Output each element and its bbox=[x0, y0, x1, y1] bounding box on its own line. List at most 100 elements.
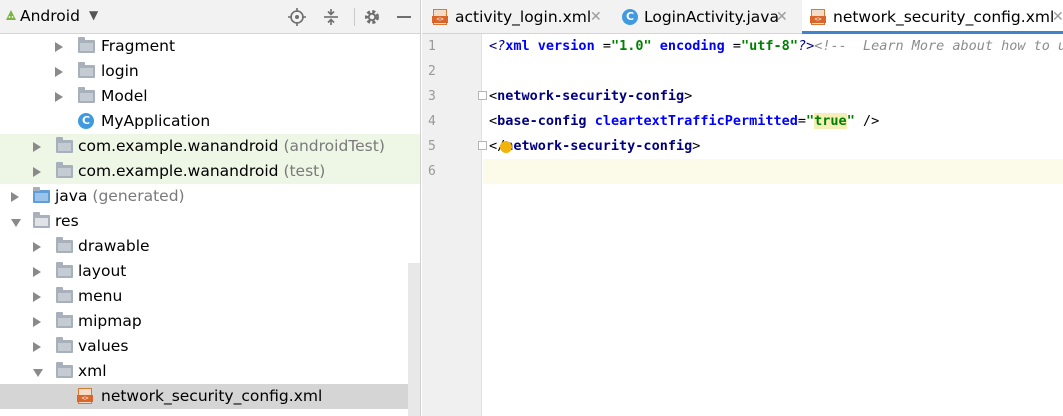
class-icon: C bbox=[622, 9, 638, 25]
tag-bracket: /> bbox=[854, 113, 880, 129]
tag-name: base-config bbox=[497, 113, 587, 129]
tree-item[interactable]: Model bbox=[0, 84, 420, 109]
tree-item-label: mipmap bbox=[78, 309, 142, 334]
tree-item-selected[interactable]: <> network_security_config.xml bbox=[0, 384, 420, 409]
xml-declaration-close: ?> bbox=[797, 38, 815, 54]
tree-item[interactable]: layout bbox=[0, 259, 420, 284]
code-line[interactable]: <network-security-config> bbox=[483, 84, 1063, 109]
current-code-line[interactable] bbox=[483, 159, 1063, 184]
tree-item-name: network_security_config.xml bbox=[101, 387, 323, 405]
tree-item[interactable]: com.example.wanandroid (androidTest) bbox=[0, 134, 420, 159]
line-number: 4 bbox=[428, 114, 436, 129]
folder-icon bbox=[78, 62, 95, 80]
tree-item[interactable]: com.example.wanandroid (test) bbox=[0, 159, 420, 184]
collapse-arrow-icon[interactable] bbox=[33, 167, 41, 177]
collapse-all-icon[interactable] bbox=[320, 6, 342, 28]
tree-item-name: login bbox=[101, 62, 139, 80]
locate-icon[interactable] bbox=[286, 6, 308, 28]
editor: <> activity_login.xml ✕ C LoginActivity.java… bbox=[422, 0, 1063, 416]
project-tree: Fragment login Model C MyApplication com.exam… bbox=[0, 34, 420, 409]
code-line[interactable]: <?xml version ="1.0" encoding ="utf-8"?>… bbox=[483, 34, 1063, 59]
tree-item[interactable]: java (generated) bbox=[0, 184, 420, 209]
attribute-name: encoding bbox=[659, 38, 725, 54]
collapse-arrow-icon[interactable] bbox=[11, 192, 19, 202]
folder-icon bbox=[56, 162, 73, 180]
folder-icon bbox=[78, 37, 95, 55]
folder-icon bbox=[56, 362, 73, 380]
collapse-arrow-icon[interactable] bbox=[33, 342, 41, 352]
close-icon[interactable]: ✕ bbox=[1052, 0, 1063, 34]
tree-item-name: xml bbox=[78, 362, 107, 380]
tree-item-name: MyApplication bbox=[101, 112, 211, 130]
code-area[interactable]: <?xml version ="1.0" encoding ="utf-8"?>… bbox=[483, 34, 1063, 416]
folder-icon bbox=[56, 287, 73, 305]
tree-item[interactable]: mipmap bbox=[0, 309, 420, 334]
tree-item[interactable]: Fragment bbox=[0, 34, 420, 59]
tag-bracket: < bbox=[489, 88, 498, 104]
tree-item-name: mipmap bbox=[78, 312, 142, 330]
tree-item-label: xml bbox=[78, 359, 107, 384]
tree-item[interactable]: login bbox=[0, 59, 420, 84]
tree-item-label: menu bbox=[78, 284, 122, 309]
folder-icon bbox=[56, 137, 73, 155]
collapse-arrow-icon[interactable] bbox=[55, 67, 63, 77]
collapse-arrow-icon[interactable] bbox=[55, 42, 63, 52]
folder-icon bbox=[56, 237, 73, 255]
expand-arrow-icon[interactable] bbox=[33, 369, 43, 377]
line-number: 5 bbox=[428, 139, 436, 154]
tree-item-qualifier: (androidTest) bbox=[283, 137, 385, 155]
tab[interactable]: C LoginActivity.java ✕ bbox=[612, 0, 802, 34]
tab[interactable]: <> activity_login.xml ✕ bbox=[422, 0, 612, 34]
code-line[interactable]: <base-config cleartextTrafficPermitted="… bbox=[483, 109, 1063, 134]
collapse-arrow-icon[interactable] bbox=[33, 142, 41, 152]
xml-comment: <!-- Learn More about how to use App Act… bbox=[814, 38, 1063, 54]
tree-item-label: res bbox=[55, 209, 79, 234]
line-number-gutter: 1 2 3 4 5 6 bbox=[422, 34, 487, 416]
tree-item-name: Fragment bbox=[101, 37, 176, 55]
tree-item-label: values bbox=[78, 334, 128, 359]
tree-item[interactable]: C MyApplication bbox=[0, 109, 420, 134]
settings-icon[interactable] bbox=[361, 6, 383, 28]
tree-item-label: login bbox=[101, 59, 139, 84]
line-number: 3 bbox=[428, 89, 436, 104]
collapse-arrow-icon[interactable] bbox=[33, 317, 41, 327]
tree-item[interactable]: values bbox=[0, 334, 420, 359]
xml-file-icon: <> bbox=[432, 9, 448, 25]
xml-file-icon: <> bbox=[810, 9, 826, 25]
xml-keyword: xml bbox=[505, 38, 530, 54]
collapse-arrow-icon[interactable] bbox=[33, 292, 41, 302]
chevron-down-icon[interactable]: ▼ bbox=[89, 8, 98, 22]
tree-item[interactable]: drawable bbox=[0, 234, 420, 259]
tag-bracket: > bbox=[684, 88, 693, 104]
collapse-arrow-icon[interactable] bbox=[33, 242, 41, 252]
folder-icon bbox=[56, 337, 73, 355]
tree-item[interactable]: res bbox=[0, 209, 420, 234]
tab-label: activity_login.xml bbox=[455, 8, 592, 26]
tag-name: network-security-config bbox=[497, 88, 685, 104]
code-line[interactable]: </network-security-config> bbox=[483, 134, 1063, 159]
project-view-selector[interactable]: Android bbox=[20, 7, 80, 25]
close-icon[interactable]: ✕ bbox=[590, 0, 602, 34]
collapse-arrow-icon[interactable] bbox=[55, 92, 63, 102]
tree-item-name: com.example.wanandroid bbox=[78, 137, 279, 155]
tree-item-label: Model bbox=[101, 84, 148, 109]
tree-item-label: com.example.wanandroid (test) bbox=[78, 159, 325, 184]
tab-active[interactable]: <> network_security_config.xml ✕ bbox=[802, 0, 1063, 34]
tree-item[interactable]: xml bbox=[0, 359, 420, 384]
collapse-arrow-icon[interactable] bbox=[33, 267, 41, 277]
code-line[interactable] bbox=[483, 59, 1063, 84]
close-icon[interactable]: ✕ bbox=[776, 0, 788, 34]
tree-item[interactable]: menu bbox=[0, 284, 420, 309]
folder-icon bbox=[56, 262, 73, 280]
tree-item-name: Model bbox=[101, 87, 148, 105]
minimize-icon[interactable] bbox=[393, 6, 415, 28]
lightbulb-icon[interactable] bbox=[500, 141, 512, 153]
tree-item-label: MyApplication bbox=[101, 109, 210, 134]
folder-icon bbox=[56, 312, 73, 330]
scrollbar[interactable] bbox=[408, 263, 420, 416]
attribute-value: "1.0" bbox=[610, 38, 652, 54]
tree-item-name: menu bbox=[78, 287, 123, 305]
toolbar-separator bbox=[354, 8, 355, 26]
equals-sign: = bbox=[594, 38, 611, 54]
expand-arrow-icon[interactable] bbox=[11, 219, 21, 227]
